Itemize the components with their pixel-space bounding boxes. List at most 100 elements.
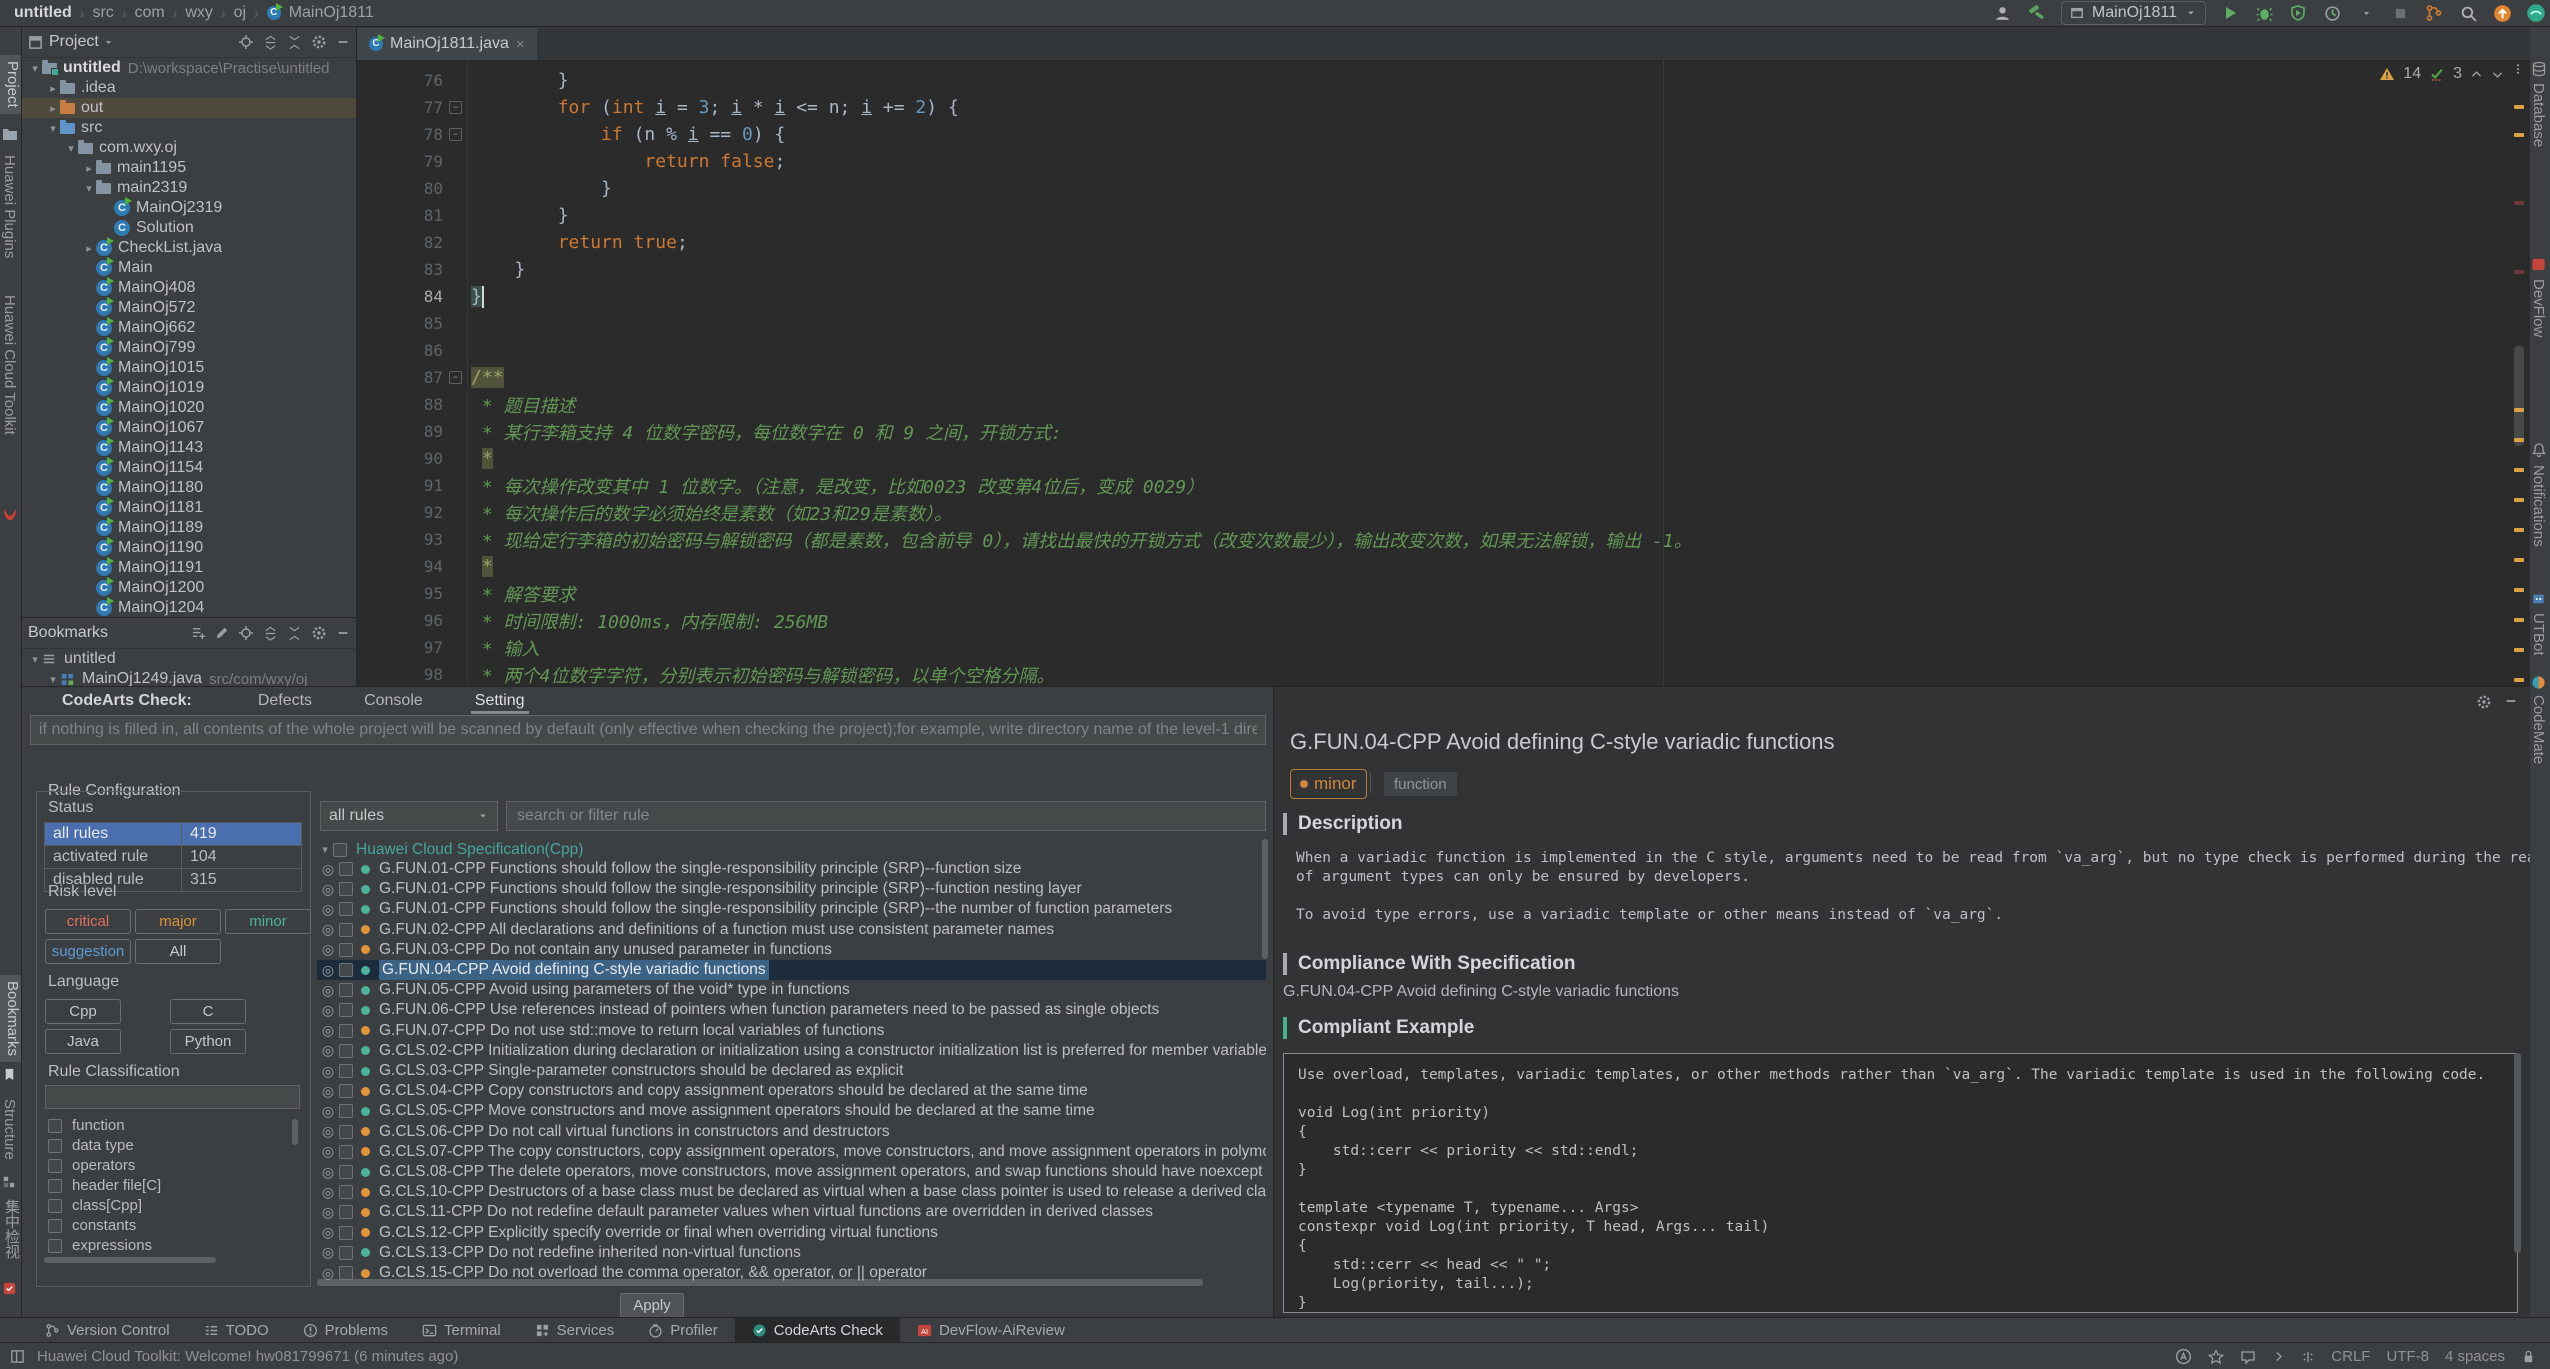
tree-item-mainoj1154[interactable]: CMainOj1154 — [22, 458, 356, 478]
rule-row[interactable]: ◎G.CLS.04-CPP Copy constructors and copy… — [317, 1081, 1266, 1101]
fold-marker-icon[interactable]: − — [449, 371, 462, 384]
eye-icon[interactable]: ◎ — [317, 982, 339, 999]
tree-item-checklist-java[interactable]: ▸CCheckList.java — [22, 238, 356, 258]
classification-item-function[interactable]: function — [48, 1117, 125, 1134]
settings-gear-icon[interactable] — [2476, 694, 2492, 710]
tool-window-switcher-icon[interactable] — [10, 1349, 25, 1364]
tree-item-mainoj1181[interactable]: CMainOj1181 — [22, 498, 356, 518]
caret-position-icon[interactable] — [2301, 1350, 2315, 1364]
classification-input[interactable] — [45, 1085, 300, 1109]
rule-row[interactable]: ◎G.FUN.01-CPP Functions should follow th… — [317, 879, 1266, 899]
profiler-run-icon[interactable] — [2322, 3, 2342, 23]
locate-file-icon[interactable] — [238, 34, 254, 50]
eye-icon[interactable]: ◎ — [317, 1143, 339, 1160]
breadcrumb-item[interactable]: com — [134, 4, 164, 22]
tree-item-main[interactable]: CMain — [22, 258, 356, 278]
rule-row[interactable]: ◎G.FUN.07-CPP Do not use std::move to re… — [317, 1021, 1266, 1041]
tree-toggle-icon[interactable]: ▸ — [46, 82, 60, 95]
tool-strip-huawei-plugins[interactable]: Huawei Plugins — [1, 155, 18, 258]
tree-item-mainoj1015[interactable]: CMainOj1015 — [22, 358, 356, 378]
rule-checkbox[interactable] — [339, 963, 353, 977]
editor-scrollbar-thumb[interactable] — [2514, 346, 2524, 446]
settings-gear-icon[interactable] — [311, 34, 327, 50]
stripe-mark[interactable] — [2514, 528, 2524, 532]
star-icon[interactable] — [2208, 1349, 2224, 1365]
rule-checkbox[interactable] — [339, 1125, 353, 1139]
chevron-down-icon[interactable]: ▾ — [317, 843, 333, 856]
status-row-activated-rule[interactable]: activated rule104 — [45, 846, 301, 869]
expand-all-icon[interactable] — [263, 35, 278, 50]
eye-icon[interactable]: ◎ — [317, 1002, 339, 1019]
rule-checkbox[interactable] — [339, 1064, 353, 1078]
project-panel-title[interactable]: Project — [49, 33, 99, 51]
rule-checkbox[interactable] — [339, 1003, 353, 1017]
collapse-all-icon[interactable] — [287, 35, 302, 50]
rule-checkbox[interactable] — [339, 1246, 353, 1260]
checkbox[interactable] — [48, 1139, 62, 1153]
hide-panel-icon[interactable] — [336, 35, 350, 49]
risk-button-minor[interactable]: minor — [225, 909, 311, 934]
checkbox[interactable] — [48, 1179, 62, 1193]
inspections-widget[interactable]: 14 3 — [2379, 65, 2504, 83]
tool-strip-structure[interactable]: Structure — [1, 1099, 18, 1160]
run-config-selector[interactable]: MainOj1811 — [2061, 1, 2206, 25]
line-separator-indicator[interactable]: CRLF — [2331, 1348, 2370, 1365]
tree-item-mainoj1180[interactable]: CMainOj1180 — [22, 478, 356, 498]
tool-strip-utbot[interactable]: UTBot — [2530, 613, 2547, 656]
stripe-mark[interactable] — [2514, 648, 2524, 652]
toolwindow-services[interactable]: Services — [518, 1318, 632, 1343]
detail-scrollbar-thumb[interactable] — [2514, 1053, 2521, 1253]
rule-row[interactable]: ◎G.FUN.05-CPP Avoid using parameters of … — [317, 980, 1266, 1000]
apply-button[interactable]: Apply — [620, 1293, 684, 1318]
tree-toggle-icon[interactable]: ▸ — [82, 242, 96, 255]
fold-marker-icon[interactable]: − — [449, 101, 462, 114]
eye-icon[interactable]: ◎ — [317, 901, 339, 918]
rule-checkbox[interactable] — [339, 923, 353, 937]
rule-checkbox[interactable] — [339, 1205, 353, 1219]
language-button-cpp[interactable]: Cpp — [45, 999, 121, 1024]
rule-row[interactable]: ◎G.FUN.06-CPP Use references instead of … — [317, 1000, 1266, 1020]
stripe-mark[interactable] — [2514, 438, 2524, 442]
tree-item-untitled[interactable]: ▾untitledD:\workspace\Practise\untitled — [22, 58, 356, 78]
classification-item-constants[interactable]: constants — [48, 1217, 136, 1234]
rule-checkbox[interactable] — [339, 1024, 353, 1038]
classification-item-expressions[interactable]: expressions — [48, 1237, 152, 1254]
rule-checkbox[interactable] — [339, 1185, 353, 1199]
eye-icon[interactable]: ◎ — [317, 1083, 339, 1100]
toolwindow-version-control[interactable]: Version Control — [28, 1318, 187, 1343]
update-available-icon[interactable] — [2492, 3, 2512, 23]
tree-toggle-icon[interactable]: ▾ — [28, 653, 42, 666]
tree-item-mainoj1204[interactable]: CMainOj1204 — [22, 598, 356, 617]
status-message[interactable]: Huawei Cloud Toolkit: Welcome! hw0817996… — [37, 1348, 458, 1365]
tree-toggle-icon[interactable]: ▾ — [82, 182, 96, 195]
classification-item-operators[interactable]: operators — [48, 1157, 135, 1174]
rule-row[interactable]: ◎G.FUN.01-CPP Functions should follow th… — [317, 899, 1266, 919]
tree-item-untitled[interactable]: ▾untitled — [22, 649, 356, 669]
tree-item-src[interactable]: ▾src — [22, 118, 356, 138]
tab-console[interactable]: Console — [364, 687, 423, 714]
search-everywhere-icon[interactable] — [2458, 3, 2478, 23]
stripe-mark[interactable] — [2514, 105, 2524, 109]
rule-checkbox[interactable] — [339, 1104, 353, 1118]
rule-row[interactable]: ◎G.FUN.02-CPP All declarations and defin… — [317, 920, 1266, 940]
eye-icon[interactable]: ◎ — [317, 1224, 339, 1241]
stripe-mark[interactable] — [2514, 678, 2524, 682]
git-update-icon[interactable] — [2424, 3, 2444, 23]
tree-toggle-icon[interactable]: ▾ — [28, 62, 42, 75]
tool-strip-centralized-review[interactable]: 集中检视 — [1, 1199, 22, 1259]
indent-indicator[interactable]: 4 spaces — [2445, 1348, 2505, 1365]
eye-icon[interactable]: ◎ — [317, 1244, 339, 1261]
tree-toggle-icon[interactable]: ▾ — [64, 142, 78, 155]
stripe-mark[interactable] — [2514, 558, 2524, 562]
stripe-mark[interactable] — [2514, 201, 2524, 205]
tool-strip-notifications[interactable]: Notifications — [2530, 465, 2547, 547]
tool-strip-database[interactable]: Database — [2530, 83, 2547, 147]
close-icon[interactable]: × — [516, 36, 525, 53]
chevron-right-icon[interactable] — [2272, 1350, 2285, 1363]
stripe-mark[interactable] — [2514, 408, 2524, 412]
collapse-all-icon[interactable] — [287, 626, 302, 641]
rule-checkbox[interactable] — [339, 1044, 353, 1058]
risk-button-suggestion[interactable]: suggestion — [45, 939, 131, 964]
breadcrumb-item[interactable]: MainOj1811 — [289, 4, 374, 22]
classification-item-header-file-C-[interactable]: header file[C] — [48, 1177, 161, 1194]
